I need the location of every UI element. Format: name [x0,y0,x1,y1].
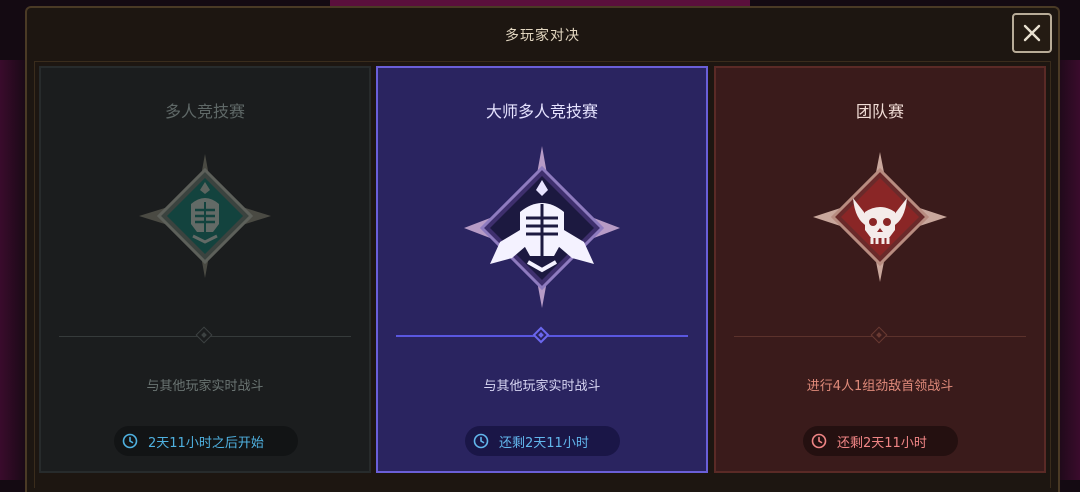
divider-diamond [870,326,888,344]
timer-badge: 2天11小时之后开始 [114,426,298,456]
winged-helmet-emblem-icon [464,146,620,308]
clock-icon [122,433,138,449]
timer-badge: 还剩2天11小时 [465,426,620,456]
mode-description: 与其他玩家实时战斗 [146,379,264,394]
timer-badge: 还剩2天11小时 [803,426,958,456]
mode-card-arena[interactable]: 多人竞技赛 与其他玩家实时战斗 2天11小时之后开始 [39,66,371,473]
mode-title: 大师多人竞技赛 [485,102,598,121]
mode-description: 与其他玩家实时战斗 [483,379,601,394]
timer-text: 还剩2天11小时 [499,435,589,451]
mode-card-master-arena[interactable]: 大师多人竞技赛 与其他玩家实时战斗 还剩2天11小时 [376,66,708,473]
horned-skull-emblem-icon [813,152,947,282]
mode-card-team-battle[interactable]: 团队赛 进行4人1组劲敌首领战斗 还剩2天11小时 [714,66,1046,473]
timer-text: 还剩2天11小时 [837,435,927,451]
mode-title: 多人竞技赛 [164,102,245,121]
knight-helmet-emblem-icon [139,154,271,278]
timer-text: 2天11小时之后开始 [148,435,264,451]
divider-diamond [532,326,550,344]
close-button[interactable] [1012,13,1052,53]
clock-icon [811,433,827,449]
close-icon [1023,24,1041,42]
mode-title: 团队赛 [855,102,904,121]
dialog-title: 多玩家对决 [505,28,580,44]
mode-description: 进行4人1组劲敌首领战斗 [806,379,954,394]
clock-icon [473,433,489,449]
divider-diamond [195,326,213,344]
